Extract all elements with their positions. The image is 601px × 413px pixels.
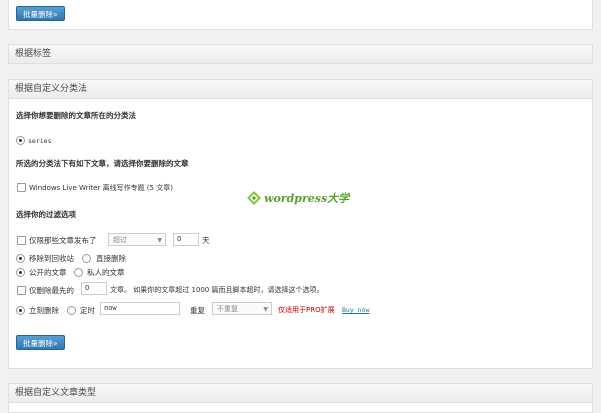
pro-note: 仅适用于PRO扩展 — [278, 306, 335, 314]
schedule-label: 定时 — [80, 306, 95, 315]
tags-panel-title[interactable]: 根据标签 — [9, 45, 592, 63]
choose-taxonomy-heading: 选择你想要删除的文章所在的分类法 — [16, 111, 136, 120]
repeat-select[interactable]: 不重复 ▼ — [212, 302, 272, 315]
limit-checkbox[interactable] — [17, 286, 26, 295]
taxonomy-radio-series[interactable] — [16, 136, 25, 145]
post-type-panel-title[interactable]: 根据自定义文章类型 — [9, 384, 592, 403]
logo-text: wordpress大学 — [264, 192, 350, 205]
taxonomy-option-label: series — [28, 137, 52, 145]
repeat-label: 重复 — [190, 306, 205, 315]
tags-panel: 根据标签 — [8, 44, 593, 64]
taxonomy-panel-title[interactable]: 根据自定义分类法 — [9, 80, 592, 99]
term-checkbox[interactable] — [17, 183, 26, 192]
move-to-trash-radio[interactable] — [16, 254, 25, 263]
limit-label: 仅删除最先的 — [29, 286, 74, 295]
repeat-select-value: 不重复 — [217, 305, 238, 313]
older-than-days-input[interactable]: 0 — [173, 233, 199, 246]
term-label: Windows Live Writer 离线写作专题 (5 文章) — [29, 184, 173, 192]
chevron-down-icon: ▼ — [157, 237, 162, 244]
delete-now-radio[interactable] — [16, 306, 25, 315]
private-posts-radio[interactable] — [74, 268, 83, 277]
taxonomy-panel: 根据自定义分类法 — [8, 79, 593, 369]
public-posts-radio[interactable] — [16, 268, 25, 277]
top-bulk-delete-button[interactable]: 批量删除» — [16, 6, 65, 21]
schedule-radio[interactable] — [67, 306, 76, 315]
delete-now-label: 立刻删除 — [29, 306, 59, 315]
older-than-checkbox[interactable] — [17, 236, 26, 245]
schedule-input[interactable]: now — [100, 302, 180, 315]
days-unit-label: 天 — [202, 236, 210, 245]
delete-permanently-radio[interactable] — [82, 254, 91, 263]
post-type-panel: 根据自定义文章类型 — [8, 383, 593, 413]
move-to-trash-label: 移除到回收站 — [29, 254, 74, 263]
private-posts-label: 私人的文章 — [87, 268, 125, 277]
taxonomy-bulk-delete-button[interactable]: 批量删除» — [16, 335, 65, 350]
chevron-down-icon: ▼ — [263, 306, 268, 313]
older-than-select-value: 超过 — [113, 236, 127, 244]
older-than-label: 仅限那些文章发布了 — [29, 236, 97, 245]
limit-suffix: 文章。 如果你的文章超过 1000 篇而且脚本超时，请选择这个选项。 — [110, 286, 324, 294]
terms-heading: 所选的分类法下有如下文章，请选择你要删除的文章 — [16, 159, 189, 168]
previous-panel — [8, 0, 593, 30]
limit-input[interactable]: 0 — [81, 282, 107, 295]
public-posts-label: 公开的文章 — [29, 268, 67, 277]
buy-now-link[interactable]: Buy now — [342, 306, 369, 314]
delete-permanently-label: 直接删除 — [96, 254, 126, 263]
filters-heading: 选择你的过滤选项 — [16, 210, 76, 219]
logo-mark-icon — [247, 191, 261, 205]
wordpress-daxue-logo: wordpress大学 — [247, 190, 357, 206]
older-than-select[interactable]: 超过 ▼ — [108, 233, 166, 246]
